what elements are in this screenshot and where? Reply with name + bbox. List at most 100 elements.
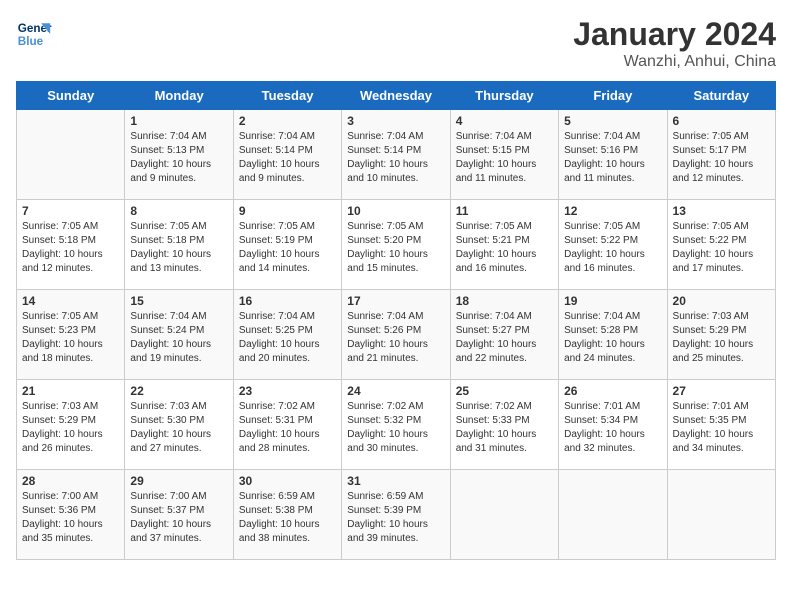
calendar-cell: 12 Sunrise: 7:05 AM Sunset: 5:22 PM Dayli… <box>559 200 667 290</box>
header-monday: Monday <box>125 82 233 110</box>
calendar-cell: 10Sunrise: 7:05 AM Sunset: 5:20 PM Dayli… <box>342 200 450 290</box>
day-info: Sunrise: 7:05 AM Sunset: 5:23 PM Dayligh… <box>22 310 119 366</box>
day-info: Sunrise: 7:05 AM Sunset: 5:20 PM Dayligh… <box>347 220 444 276</box>
calendar-week-5: 28Sunrise: 7:00 AM Sunset: 5:36 PM Dayli… <box>17 470 776 560</box>
calendar-cell: 18 Sunrise: 7:04 AM Sunset: 5:27 PM Dayli… <box>450 290 558 380</box>
day-number: 8 <box>130 204 227 218</box>
day-number: 15 <box>130 294 227 308</box>
day-number: 4 <box>456 114 553 128</box>
day-number: 19 <box>564 294 661 308</box>
calendar-cell: 23 Sunrise: 7:02 AM Sunset: 5:31 PM Dayli… <box>233 380 341 470</box>
day-number: 11 <box>456 204 553 218</box>
day-info: Sunrise: 7:05 AM Sunset: 5:18 PM Dayligh… <box>130 220 227 276</box>
header-tuesday: Tuesday <box>233 82 341 110</box>
calendar-cell: 22 Sunrise: 7:03 AM Sunset: 5:30 PM Dayli… <box>125 380 233 470</box>
calendar-cell: 16 Sunrise: 7:04 AM Sunset: 5:25 PM Dayli… <box>233 290 341 380</box>
calendar-cell: 24 Sunrise: 7:02 AM Sunset: 5:32 PM Dayli… <box>342 380 450 470</box>
day-number: 22 <box>130 384 227 398</box>
day-info: Sunrise: 7:03 AM Sunset: 5:29 PM Dayligh… <box>22 400 119 456</box>
calendar-cell: 20Sunrise: 7:03 AM Sunset: 5:29 PM Dayli… <box>667 290 775 380</box>
day-info: Sunrise: 7:01 AM Sunset: 5:34 PM Dayligh… <box>564 400 661 456</box>
day-info: Sunrise: 7:04 AM Sunset: 5:14 PM Dayligh… <box>239 130 336 186</box>
day-number: 6 <box>673 114 770 128</box>
day-number: 1 <box>130 114 227 128</box>
header-thursday: Thursday <box>450 82 558 110</box>
day-number: 3 <box>347 114 444 128</box>
calendar-cell: 3 Sunrise: 7:04 AM Sunset: 5:14 PM Daylig… <box>342 110 450 200</box>
calendar-cell: 5Sunrise: 7:04 AM Sunset: 5:16 PM Daylig… <box>559 110 667 200</box>
calendar-table: SundayMondayTuesdayWednesdayThursdayFrid… <box>16 81 776 560</box>
day-info: Sunrise: 7:05 AM Sunset: 5:18 PM Dayligh… <box>22 220 119 276</box>
calendar-cell: 1 Sunrise: 7:04 AM Sunset: 5:13 PM Daylig… <box>125 110 233 200</box>
day-info: Sunrise: 6:59 AM Sunset: 5:39 PM Dayligh… <box>347 490 444 546</box>
calendar-week-2: 7 Sunrise: 7:05 AM Sunset: 5:18 PM Daylig… <box>17 200 776 290</box>
calendar-cell: 21 Sunrise: 7:03 AM Sunset: 5:29 PM Dayli… <box>17 380 125 470</box>
day-info: Sunrise: 7:03 AM Sunset: 5:30 PM Dayligh… <box>130 400 227 456</box>
day-info: Sunrise: 6:59 AM Sunset: 5:38 PM Dayligh… <box>239 490 336 546</box>
day-info: Sunrise: 7:05 AM Sunset: 5:22 PM Dayligh… <box>564 220 661 276</box>
calendar-cell: 15 Sunrise: 7:04 AM Sunset: 5:24 PM Dayli… <box>125 290 233 380</box>
calendar-cell: 27 Sunrise: 7:01 AM Sunset: 5:35 PM Dayli… <box>667 380 775 470</box>
day-number: 2 <box>239 114 336 128</box>
calendar-cell: 29Sunrise: 7:00 AM Sunset: 5:37 PM Dayli… <box>125 470 233 560</box>
day-info: Sunrise: 7:00 AM Sunset: 5:37 PM Dayligh… <box>130 490 227 546</box>
day-number: 26 <box>564 384 661 398</box>
day-number: 5 <box>564 114 661 128</box>
calendar-header: SundayMondayTuesdayWednesdayThursdayFrid… <box>17 82 776 110</box>
day-number: 7 <box>22 204 119 218</box>
day-number: 17 <box>347 294 444 308</box>
header-row: SundayMondayTuesdayWednesdayThursdayFrid… <box>17 82 776 110</box>
calendar-title: January 2024 <box>573 16 776 53</box>
calendar-cell <box>667 470 775 560</box>
day-number: 14 <box>22 294 119 308</box>
page-header: General Blue January 2024 Wanzhi, Anhui,… <box>16 16 776 71</box>
calendar-cell: 25 Sunrise: 7:02 AM Sunset: 5:33 PM Dayli… <box>450 380 558 470</box>
day-info: Sunrise: 7:02 AM Sunset: 5:33 PM Dayligh… <box>456 400 553 456</box>
day-number: 20 <box>673 294 770 308</box>
logo-icon: General Blue <box>16 16 52 52</box>
day-info: Sunrise: 7:01 AM Sunset: 5:35 PM Dayligh… <box>673 400 770 456</box>
day-info: Sunrise: 7:04 AM Sunset: 5:24 PM Dayligh… <box>130 310 227 366</box>
day-info: Sunrise: 7:04 AM Sunset: 5:13 PM Dayligh… <box>130 130 227 186</box>
header-wednesday: Wednesday <box>342 82 450 110</box>
calendar-cell: 11 Sunrise: 7:05 AM Sunset: 5:21 PM Dayli… <box>450 200 558 290</box>
calendar-cell: 2 Sunrise: 7:04 AM Sunset: 5:14 PM Daylig… <box>233 110 341 200</box>
day-info: Sunrise: 7:05 AM Sunset: 5:19 PM Dayligh… <box>239 220 336 276</box>
calendar-cell: 19Sunrise: 7:04 AM Sunset: 5:28 PM Dayli… <box>559 290 667 380</box>
logo: General Blue <box>16 16 52 52</box>
calendar-week-3: 14 Sunrise: 7:05 AM Sunset: 5:23 PM Dayli… <box>17 290 776 380</box>
calendar-cell: 31Sunrise: 6:59 AM Sunset: 5:39 PM Dayli… <box>342 470 450 560</box>
calendar-cell <box>559 470 667 560</box>
day-info: Sunrise: 7:02 AM Sunset: 5:32 PM Dayligh… <box>347 400 444 456</box>
day-info: Sunrise: 7:05 AM Sunset: 5:17 PM Dayligh… <box>673 130 770 186</box>
day-number: 23 <box>239 384 336 398</box>
calendar-cell: 30 Sunrise: 6:59 AM Sunset: 5:38 PM Dayli… <box>233 470 341 560</box>
calendar-cell: 13Sunrise: 7:05 AM Sunset: 5:22 PM Dayli… <box>667 200 775 290</box>
day-info: Sunrise: 7:04 AM Sunset: 5:26 PM Dayligh… <box>347 310 444 366</box>
header-sunday: Sunday <box>17 82 125 110</box>
day-info: Sunrise: 7:02 AM Sunset: 5:31 PM Dayligh… <box>239 400 336 456</box>
day-number: 21 <box>22 384 119 398</box>
day-info: Sunrise: 7:04 AM Sunset: 5:25 PM Dayligh… <box>239 310 336 366</box>
title-block: January 2024 Wanzhi, Anhui, China <box>573 16 776 71</box>
day-info: Sunrise: 7:04 AM Sunset: 5:27 PM Dayligh… <box>456 310 553 366</box>
day-number: 27 <box>673 384 770 398</box>
day-number: 9 <box>239 204 336 218</box>
day-number: 18 <box>456 294 553 308</box>
day-info: Sunrise: 7:05 AM Sunset: 5:22 PM Dayligh… <box>673 220 770 276</box>
calendar-subtitle: Wanzhi, Anhui, China <box>573 53 776 71</box>
day-number: 30 <box>239 474 336 488</box>
day-number: 25 <box>456 384 553 398</box>
day-info: Sunrise: 7:04 AM Sunset: 5:14 PM Dayligh… <box>347 130 444 186</box>
calendar-cell: 7 Sunrise: 7:05 AM Sunset: 5:18 PM Daylig… <box>17 200 125 290</box>
calendar-cell: 4Sunrise: 7:04 AM Sunset: 5:15 PM Daylig… <box>450 110 558 200</box>
svg-text:Blue: Blue <box>18 35 44 48</box>
header-saturday: Saturday <box>667 82 775 110</box>
day-info: Sunrise: 7:05 AM Sunset: 5:21 PM Dayligh… <box>456 220 553 276</box>
calendar-cell: 14 Sunrise: 7:05 AM Sunset: 5:23 PM Dayli… <box>17 290 125 380</box>
day-info: Sunrise: 7:00 AM Sunset: 5:36 PM Dayligh… <box>22 490 119 546</box>
calendar-cell: 9 Sunrise: 7:05 AM Sunset: 5:19 PM Daylig… <box>233 200 341 290</box>
day-number: 12 <box>564 204 661 218</box>
day-number: 16 <box>239 294 336 308</box>
day-number: 24 <box>347 384 444 398</box>
